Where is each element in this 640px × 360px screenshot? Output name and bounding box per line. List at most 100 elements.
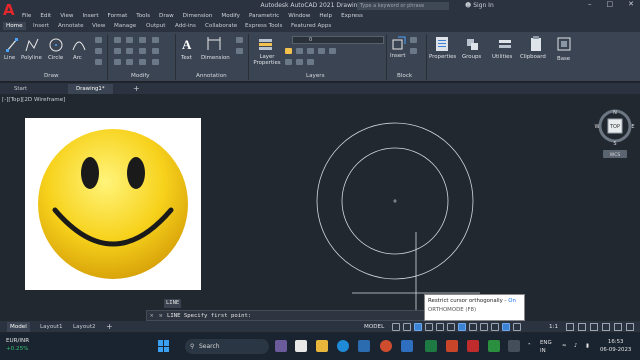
block-edit-icon[interactable] bbox=[410, 48, 417, 54]
isolate-icon[interactable] bbox=[602, 323, 610, 331]
wifi-icon[interactable]: ≈ bbox=[562, 343, 567, 349]
base-button[interactable]: Base bbox=[557, 56, 570, 62]
units-icon[interactable] bbox=[590, 323, 598, 331]
workspace-gear-icon[interactable] bbox=[566, 323, 574, 331]
tab-view[interactable]: View bbox=[92, 23, 105, 29]
fillet-icon[interactable] bbox=[139, 48, 146, 54]
doc-tab-drawing1[interactable]: Drawing1* bbox=[68, 84, 113, 94]
line-button[interactable]: Line bbox=[4, 55, 15, 61]
autocad-logo-button[interactable]: A bbox=[0, 0, 18, 20]
app2-icon[interactable] bbox=[508, 340, 520, 352]
draw-extra-1[interactable] bbox=[95, 37, 102, 43]
explode-icon[interactable] bbox=[152, 48, 159, 54]
polar-icon[interactable] bbox=[425, 323, 433, 331]
osnap-icon[interactable] bbox=[458, 323, 466, 331]
model-space-button[interactable]: MODEL bbox=[364, 322, 384, 332]
battery-icon[interactable]: ▮ bbox=[586, 343, 589, 349]
offset-icon[interactable] bbox=[152, 59, 159, 65]
annotation-visibility-icon[interactable] bbox=[502, 323, 510, 331]
minimize-icon[interactable]: – bbox=[588, 0, 592, 8]
block-create-icon[interactable] bbox=[410, 37, 417, 43]
panel-modify-label[interactable]: Modify bbox=[131, 73, 150, 79]
panel-annotation-label[interactable]: Annotation bbox=[196, 73, 227, 79]
menu-view[interactable]: View bbox=[60, 11, 73, 21]
menu-insert[interactable]: Insert bbox=[83, 11, 99, 21]
tab-annotate[interactable]: Annotate bbox=[58, 23, 84, 29]
layer-dropdown[interactable]: 0 bbox=[292, 36, 384, 44]
menu-edit[interactable]: Edit bbox=[40, 11, 51, 21]
doc-tab-start[interactable]: Start bbox=[6, 84, 35, 94]
arc-button[interactable]: Arc bbox=[73, 55, 82, 61]
tab-manage[interactable]: Manage bbox=[114, 23, 136, 29]
menu-help[interactable]: Help bbox=[319, 11, 332, 21]
draw-extra-2[interactable] bbox=[95, 48, 102, 54]
layer-match-icon[interactable] bbox=[329, 48, 336, 54]
leader-icon[interactable] bbox=[236, 37, 243, 43]
menu-format[interactable]: Format bbox=[108, 11, 128, 21]
groups-button[interactable]: Groups bbox=[462, 54, 481, 60]
stretch-icon[interactable] bbox=[114, 59, 121, 65]
move-icon[interactable] bbox=[114, 37, 121, 43]
menu-tools[interactable]: Tools bbox=[136, 11, 150, 21]
fullscreen-icon[interactable] bbox=[614, 323, 622, 331]
menu-express[interactable]: Express bbox=[341, 11, 363, 21]
wcs-button[interactable]: WCS bbox=[610, 152, 621, 158]
insert-button[interactable]: Insert bbox=[390, 53, 405, 59]
layer-on-icon[interactable] bbox=[285, 48, 292, 54]
ticker-widget[interactable]: EUR/INR +0.25% bbox=[6, 337, 29, 353]
layer-iso-icon[interactable] bbox=[318, 48, 325, 54]
menu-window[interactable]: Window bbox=[288, 11, 310, 21]
customize-menu-icon[interactable] bbox=[626, 323, 634, 331]
command-line[interactable]: ✕ ⚒ LINE Specify first point: bbox=[146, 310, 431, 321]
menu-modify[interactable]: Modify bbox=[221, 11, 240, 21]
autocad-taskbar-icon[interactable] bbox=[467, 340, 479, 352]
viewport-controls[interactable]: [-][Top][2D Wireframe] bbox=[2, 97, 65, 103]
menu-draw[interactable]: Draw bbox=[159, 11, 174, 21]
scale-icon[interactable] bbox=[126, 59, 133, 65]
tab-express-tools[interactable]: Express Tools bbox=[245, 23, 282, 29]
tab-output[interactable]: Output bbox=[146, 23, 165, 29]
tab-add-ins[interactable]: Add-ins bbox=[175, 23, 196, 29]
layout-tab-layout2[interactable]: Layout2 bbox=[70, 322, 99, 332]
volume-icon[interactable]: ♪ bbox=[574, 343, 577, 349]
osnap-tracking-icon[interactable] bbox=[447, 323, 455, 331]
viewcube[interactable]: TOP N S W E WCS bbox=[593, 108, 637, 160]
table-icon[interactable] bbox=[236, 48, 243, 54]
isodraft-icon[interactable] bbox=[436, 323, 444, 331]
text-button[interactable]: Text bbox=[181, 55, 192, 61]
layer-freeze-icon[interactable] bbox=[296, 48, 303, 54]
clipboard-button[interactable]: Clipboard bbox=[520, 54, 546, 60]
store-icon[interactable] bbox=[358, 340, 370, 352]
erase-icon[interactable] bbox=[152, 37, 159, 43]
menu-parametric[interactable]: Parametric bbox=[249, 11, 279, 21]
layout-tab-model[interactable]: Model bbox=[7, 322, 30, 332]
teams-icon[interactable] bbox=[295, 340, 307, 352]
layer-lock-icon[interactable] bbox=[307, 48, 314, 54]
command-wrench-icon[interactable]: ⚒ bbox=[159, 311, 162, 321]
polyline-button[interactable]: Polyline bbox=[21, 55, 42, 61]
menu-file[interactable]: File bbox=[22, 11, 31, 21]
powerpoint-icon[interactable] bbox=[446, 340, 458, 352]
grid-icon[interactable] bbox=[392, 323, 400, 331]
layer-prev-icon[interactable] bbox=[285, 59, 292, 65]
layer-current-icon[interactable] bbox=[307, 59, 314, 65]
edge-icon[interactable] bbox=[337, 340, 349, 352]
layer-properties-button[interactable]: Layer Properties bbox=[250, 54, 284, 66]
auto-scale-icon[interactable] bbox=[513, 323, 521, 331]
rotate-icon[interactable] bbox=[126, 37, 133, 43]
annotation-scale[interactable]: 1:1 bbox=[549, 322, 558, 332]
taskview-icon[interactable] bbox=[275, 340, 287, 352]
trim-icon[interactable] bbox=[139, 37, 146, 43]
annotation-monitor-icon[interactable] bbox=[578, 323, 586, 331]
chrome-icon[interactable] bbox=[380, 340, 392, 352]
tab-collaborate[interactable]: Collaborate bbox=[205, 23, 237, 29]
panel-draw-label[interactable]: Draw bbox=[44, 73, 59, 79]
app-icon[interactable] bbox=[488, 340, 500, 352]
taskbar-clock[interactable]: 16:53 06-09-2023 bbox=[600, 338, 631, 354]
tab-home[interactable]: Home bbox=[3, 22, 26, 30]
properties-button[interactable]: Properties bbox=[429, 54, 456, 60]
copy-icon[interactable] bbox=[114, 48, 121, 54]
snap-icon[interactable] bbox=[403, 323, 411, 331]
maximize-icon[interactable]: □ bbox=[607, 0, 614, 8]
mirror-icon[interactable] bbox=[126, 48, 133, 54]
